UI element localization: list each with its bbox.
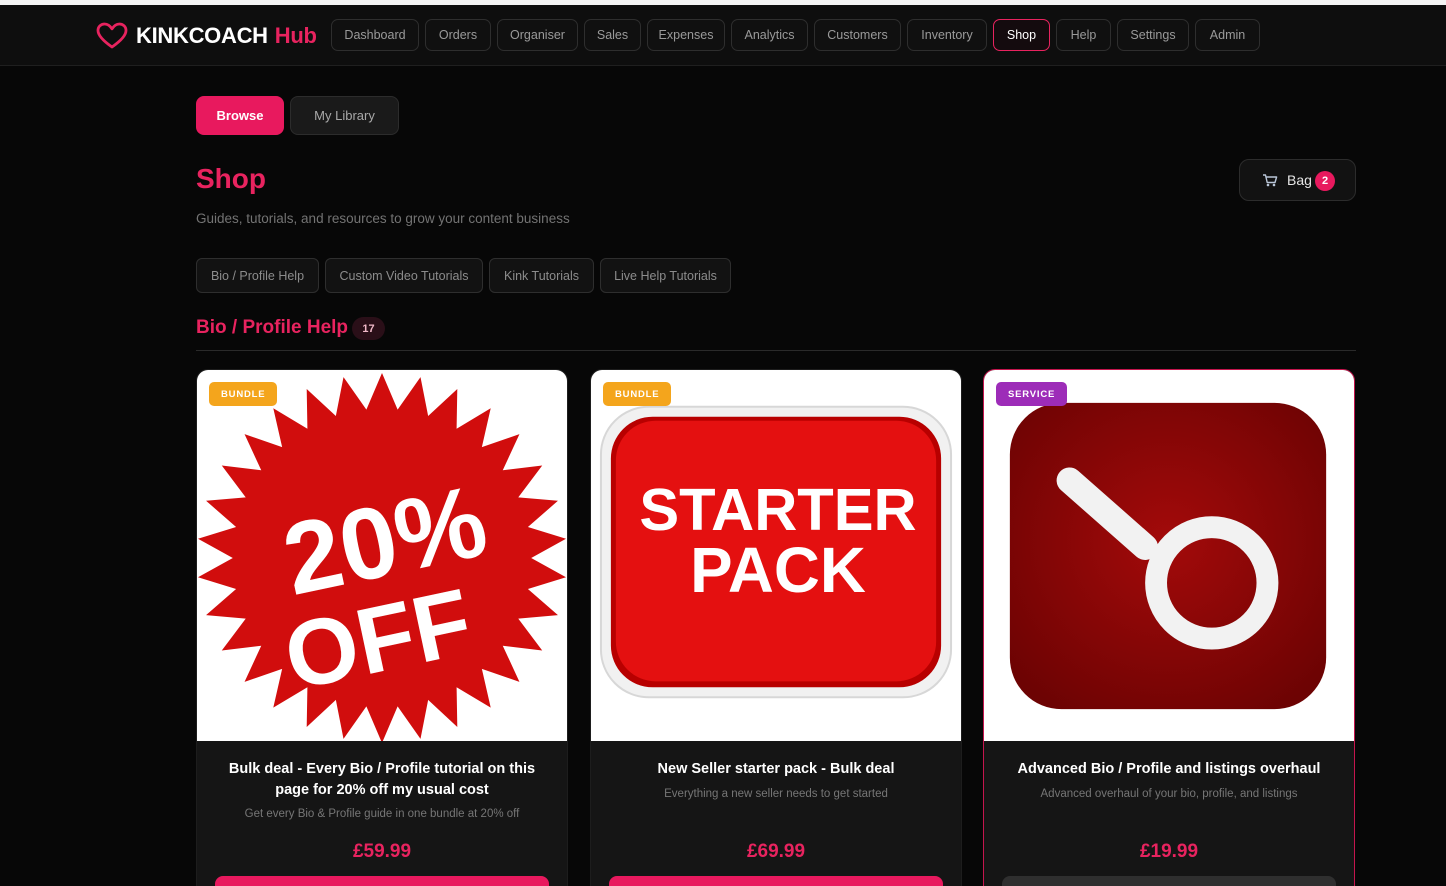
brand-name-accent: Hub <box>274 23 317 48</box>
product-image: 20% OFF BUNDLE <box>197 370 567 741</box>
section-divider <box>196 350 1356 351</box>
section-title: Bio / Profile Help <box>196 317 349 338</box>
section-count-badge: 17 <box>352 317 385 340</box>
product-price: £69.99 <box>746 841 806 862</box>
brand-name-primary: KINKCOACH <box>136 23 268 48</box>
category-chip-bio-profile[interactable]: Bio / Profile Help <box>196 258 319 293</box>
product-title: New Seller starter pack - Bulk deal <box>657 761 895 777</box>
brand-name: KINKCOACH Hub <box>136 23 317 49</box>
nav-organiser[interactable]: Organiser <box>497 19 578 51</box>
cart-icon <box>1263 174 1278 187</box>
discount-burst-image: 20% OFF <box>197 372 567 741</box>
top-navigation: KINKCOACH Hub Dashboard Orders Organiser … <box>0 5 1446 66</box>
nav-expenses[interactable]: Expenses <box>647 19 725 51</box>
add-to-bag-button[interactable] <box>1002 876 1336 886</box>
nav-customers[interactable]: Customers <box>814 19 901 51</box>
image-text-line-1: STARTER <box>639 476 916 543</box>
product-title: Advanced Bio / Profile and listings over… <box>1017 761 1321 777</box>
nav-analytics[interactable]: Analytics <box>731 19 808 51</box>
nav-sales[interactable]: Sales <box>584 19 641 51</box>
add-to-bag-button[interactable] <box>215 876 549 886</box>
tab-my-library[interactable]: My Library <box>290 96 399 135</box>
heart-outline-icon <box>96 22 128 49</box>
product-description: Everything a new seller needs to get sta… <box>664 788 888 800</box>
product-price: £59.99 <box>352 841 412 862</box>
bag-button[interactable]: Bag 2 <box>1239 159 1356 201</box>
nav-help[interactable]: Help <box>1056 19 1111 51</box>
nav-dashboard[interactable]: Dashboard <box>331 19 419 51</box>
page-title: Shop <box>196 163 266 194</box>
image-text-line-2: PACK <box>690 535 866 606</box>
bag-label: Bag <box>1287 172 1312 188</box>
category-chip-custom-video[interactable]: Custom Video Tutorials <box>325 258 483 293</box>
add-to-bag-button[interactable] <box>609 876 943 886</box>
product-type-badge: SERVICE <box>996 382 1068 406</box>
product-card[interactable]: SERVICE Advanced Bio / Profile and listi… <box>983 369 1355 886</box>
brand-logo[interactable]: KINKCOACH Hub <box>96 21 317 51</box>
product-type-badge: BUNDLE <box>603 382 672 406</box>
page-subtitle: Guides, tutorials, and resources to grow… <box>196 211 570 226</box>
nav-settings[interactable]: Settings <box>1117 19 1189 51</box>
nav-inventory[interactable]: Inventory <box>907 19 987 51</box>
nav-shop[interactable]: Shop <box>993 19 1050 51</box>
nav-admin[interactable]: Admin <box>1195 19 1260 51</box>
category-chip-kink[interactable]: Kink Tutorials <box>489 258 594 293</box>
bag-count-badge: 2 <box>1315 171 1335 191</box>
product-card[interactable]: STARTER PACK BUNDLE New Seller starter p… <box>590 369 962 886</box>
product-description: Get every Bio & Profile guide in one bun… <box>244 808 520 820</box>
product-image: STARTER PACK BUNDLE <box>591 370 961 741</box>
product-description: Advanced overhaul of your bio, profile, … <box>1040 788 1298 800</box>
product-image: SERVICE <box>984 370 1354 741</box>
product-title: Bulk deal - Every Bio / Profile tutorial… <box>228 761 536 798</box>
product-price: £19.99 <box>1139 841 1199 862</box>
starter-pack-image: STARTER PACK <box>599 405 953 699</box>
category-chip-live-help[interactable]: Live Help Tutorials <box>600 258 731 293</box>
magnifier-image <box>1009 402 1327 710</box>
tab-browse[interactable]: Browse <box>196 96 284 135</box>
product-card[interactable]: 20% OFF BUNDLE Bulk deal - Every Bio / P… <box>196 369 568 886</box>
nav-orders[interactable]: Orders <box>425 19 491 51</box>
product-type-badge: BUNDLE <box>209 382 278 406</box>
